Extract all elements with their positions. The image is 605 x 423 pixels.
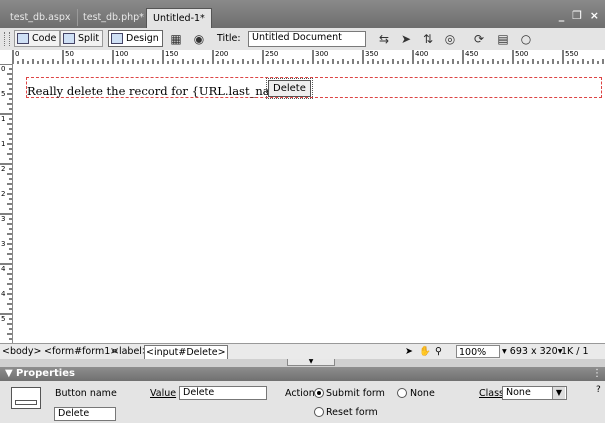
delete-confirm-label: Really delete the record for {URL.last_n… — [27, 84, 295, 98]
status-bar: <body> <form#form1> <label> <input#Delet… — [0, 343, 605, 373]
zoom-select[interactable]: 100% — [456, 345, 500, 358]
preview-in-browser-icon[interactable]: ➤ — [398, 31, 414, 47]
ruler-tick-label: 350 — [365, 50, 379, 58]
split-view-button[interactable]: Split — [60, 30, 104, 47]
visual-aids-icon[interactable]: ○ — [518, 31, 534, 47]
ruler-tick-label: 100 — [115, 50, 129, 58]
globe-icon[interactable]: ◉ — [191, 31, 207, 47]
code-label: Code — [32, 33, 57, 44]
design-canvas[interactable]: Really delete the record for {URL.last_n… — [13, 64, 605, 343]
class-dropdown-icon[interactable]: ▼ — [552, 387, 565, 399]
hand-tool-icon[interactable]: ✋ — [419, 344, 431, 360]
vertical-ruler: 0 5 1 1 2 2 3 3 4 4 5 — [0, 64, 13, 343]
ruler-tick-label: 300 — [315, 50, 329, 58]
ruler-tick-label: 450 — [465, 50, 479, 58]
design-view-button[interactable]: Design — [108, 30, 163, 47]
panel-options-icon[interactable]: ⋮ — [592, 367, 602, 381]
value-label: Value — [150, 388, 176, 399]
reset-form-radio[interactable] — [314, 407, 324, 417]
submit-form-radio[interactable] — [314, 388, 324, 398]
vruler-tick-label: 4 — [1, 265, 6, 273]
value-input[interactable]: Delete — [179, 386, 267, 400]
design-view-icon — [111, 33, 123, 44]
vruler-tick-label: 1 — [1, 115, 6, 123]
ruler-tick-label: 550 — [565, 50, 579, 58]
value-label-text: Value — [150, 388, 177, 399]
ruler-tick-label: 400 — [415, 50, 429, 58]
ruler-tick-label: 0 — [15, 50, 20, 58]
tab-test-db-aspx[interactable]: test_db.aspx — [4, 9, 78, 26]
vruler-tick-label: 0 — [1, 65, 6, 73]
design-label: Design — [126, 33, 159, 44]
ruler-tick-label: 500 — [515, 50, 529, 58]
ruler-tick-label: 250 — [265, 50, 279, 58]
vruler-tick-label: 3 — [1, 240, 6, 248]
class-label-text: Class — [479, 388, 504, 399]
ruler-tick-label: 50 — [65, 50, 74, 58]
refresh-icon[interactable]: ⟳ — [471, 31, 487, 47]
properties-header[interactable]: ▼ Properties ⋮ — [0, 367, 605, 381]
horizontal-ruler: 0 50 100 150 200 250 300 350 400 450 500 550 — [0, 50, 605, 65]
button-element-icon — [11, 387, 41, 409]
vruler-tick-label: 2 — [1, 165, 6, 173]
toolbar-grip[interactable] — [4, 32, 10, 46]
vruler-tick-label: 2 — [1, 190, 6, 198]
code-view-icon — [17, 33, 29, 44]
split-view-icon — [63, 33, 75, 44]
window-controls[interactable]: _ ❐ × — [559, 9, 601, 22]
debug-icon[interactable]: ⇅ — [420, 31, 436, 47]
vruler-ticks — [0, 64, 12, 340]
split-label: Split — [78, 33, 100, 44]
document-toolbar: Code Split Design ▦ ◉ Title: Untitled Do… — [0, 28, 605, 51]
collapse-arrow-icon: ▼ — [5, 368, 13, 379]
reset-form-label[interactable]: Reset form — [326, 407, 378, 418]
properties-panel: Button name Delete Value Delete Action S… — [0, 381, 605, 423]
class-select[interactable]: None ▼ — [502, 386, 567, 400]
tag-input-delete[interactable]: <input#Delete> — [144, 345, 228, 360]
button-name-label: Button name — [55, 388, 117, 399]
title-label: Title: — [217, 33, 241, 44]
document-title-input[interactable]: Untitled Document — [248, 31, 366, 47]
vruler-tick-label: 5 — [1, 90, 6, 98]
submit-form-label[interactable]: Submit form — [326, 388, 385, 399]
help-icon[interactable]: ? — [596, 385, 601, 395]
view-options-icon[interactable]: ▤ — [495, 31, 511, 47]
window-size-value: 693 x 320 — [509, 346, 558, 357]
tag-body[interactable]: <body> — [2, 344, 41, 360]
delete-button[interactable]: Delete — [266, 78, 313, 99]
vruler-tick-label: 4 — [1, 290, 6, 298]
button-name-input[interactable]: Delete — [54, 407, 116, 421]
tab-untitled-1[interactable]: Untitled-1* — [146, 8, 212, 29]
properties-title: Properties — [16, 368, 75, 379]
splitter-grip[interactable]: ▼ — [287, 359, 335, 366]
ruler-tick-label: 150 — [165, 50, 179, 58]
ruler-tick-label: 200 — [215, 50, 229, 58]
window-size-select[interactable]: ▾ 693 x 320▾ — [502, 344, 563, 360]
none-radio[interactable] — [397, 388, 407, 398]
select-tool-icon[interactable]: ➤ — [405, 344, 413, 360]
zoom-tool-icon[interactable]: ⚲ — [435, 344, 442, 360]
vruler-tick-label: 1 — [1, 140, 6, 148]
document-tab-bar: test_db.aspx test_db.php* Untitled-1* _ … — [0, 0, 605, 29]
check-page-icon[interactable]: ◎ — [442, 31, 458, 47]
live-view-icon[interactable]: ▦ — [168, 31, 184, 47]
tag-form[interactable]: <form#form1> — [44, 344, 118, 360]
code-view-button[interactable]: Code — [14, 30, 61, 47]
file-management-icon[interactable]: ⇆ — [376, 31, 392, 47]
class-label: Class — [479, 388, 504, 399]
vruler-tick-label: 3 — [1, 215, 6, 223]
none-label[interactable]: None — [410, 388, 435, 399]
vruler-tick-label: 5 — [1, 315, 6, 323]
action-label: Action — [285, 388, 315, 399]
tab-test-db-php[interactable]: test_db.php* — [77, 9, 150, 26]
class-value: None — [506, 387, 531, 398]
